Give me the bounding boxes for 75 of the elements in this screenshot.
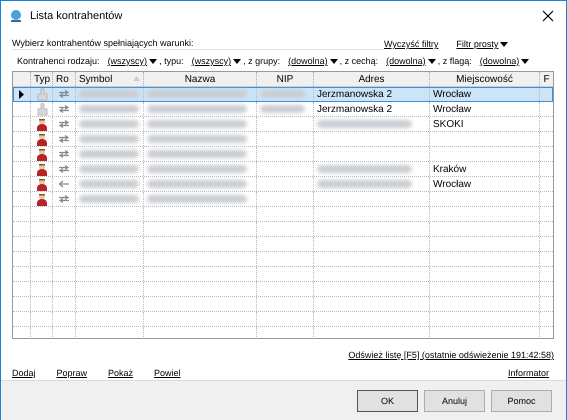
table-row[interactable]: SKOKI: [13, 117, 553, 132]
blurred-text: [79, 120, 139, 128]
blurred-text: [79, 195, 139, 203]
filter-dropdown[interactable]: (dowolna): [480, 56, 530, 66]
action-link[interactable]: Popraw: [56, 368, 88, 378]
table-row[interactable]: [13, 132, 553, 147]
blurred-text: [79, 105, 139, 113]
table-cell: SKOKI: [433, 118, 464, 130]
blurred-text: [79, 150, 139, 158]
column-header[interactable]: Symbol: [76, 72, 144, 86]
filter-dropdown[interactable]: (wszyscy): [108, 56, 158, 66]
column-header[interactable]: NIP: [257, 72, 314, 86]
table-row[interactable]: [13, 192, 553, 207]
filter-label: , z cechą:: [340, 56, 378, 66]
table-cell: Jerzmanowska 2: [317, 104, 392, 114]
contractor-table[interactable]: Typ Ro Symbol Nazwa NIP Adres Miejscowość F Jerzmanowska 2 Wrocław Jerzmanowska 2 Wrocław SKOKI Kraków Wrocław: [12, 71, 554, 339]
column-header[interactable]: Nazwa: [144, 72, 257, 86]
info-link[interactable]: Informator: [508, 368, 549, 378]
table-row[interactable]: Kraków: [13, 162, 553, 177]
person-icon: [36, 162, 48, 176]
table-cell: Wrocław: [433, 178, 472, 190]
column-header[interactable]: F: [540, 72, 553, 86]
blurred-text: [79, 165, 139, 173]
action-link[interactable]: Powiel: [154, 368, 181, 378]
column-header[interactable]: Miejscowość: [430, 72, 540, 86]
person-icon: [36, 148, 48, 160]
filter-label: , typu:: [159, 56, 184, 66]
window-title: Lista kontrahentów: [30, 10, 122, 22]
column-header[interactable]: Ro: [53, 72, 76, 86]
blurred-text: [79, 135, 139, 143]
action-link[interactable]: Pokaż: [108, 368, 134, 378]
person-icon: [36, 132, 48, 146]
filter-label: Kontrahenci rodzaju:: [17, 56, 100, 66]
table-cell: Jerzmanowska 2: [317, 88, 392, 100]
table-row[interactable]: Wrocław: [13, 177, 553, 192]
table-cell: Wrocław: [433, 104, 472, 114]
filter-dropdown[interactable]: (dowolna): [288, 56, 338, 66]
table-cell: Wrocław: [433, 88, 472, 100]
filter-label: , z flagą:: [438, 56, 472, 66]
filter-heading: Wybierz kontrahentów spełniających warunki:: [12, 38, 384, 50]
sort-arrow-icon: [133, 76, 140, 81]
caret-icon: [233, 58, 242, 64]
person-icon: [36, 178, 48, 190]
dialog-button[interactable]: Pomoc: [491, 390, 552, 412]
app-icon: [9, 9, 23, 23]
hand-icon: [36, 102, 48, 116]
person-icon: [36, 192, 48, 206]
table-row[interactable]: [13, 147, 553, 162]
blurred-text: [260, 90, 305, 98]
clear-filters-link[interactable]: Wyczyść filtry: [384, 39, 438, 49]
caret-icon: [149, 58, 158, 64]
caret-icon: [428, 58, 436, 64]
column-header[interactable]: Typ: [31, 72, 53, 86]
person-icon: [36, 118, 48, 130]
dialog-button[interactable]: OK: [357, 390, 418, 412]
close-icon: [542, 10, 554, 22]
blurred-text: [79, 90, 139, 98]
action-link[interactable]: Dodaj: [12, 368, 36, 378]
row-pointer-icon: [19, 90, 24, 98]
filter-dropdown[interactable]: (dowolna): [386, 56, 436, 66]
column-header[interactable]: Adres: [314, 72, 430, 86]
filter-menu-link[interactable]: Filtr prosty: [456, 39, 508, 49]
filter-dropdown[interactable]: (wszyscy): [192, 56, 242, 66]
table-cell: Kraków: [433, 164, 466, 174]
table-row[interactable]: Jerzmanowska 2 Wrocław: [13, 102, 553, 117]
caret-icon: [521, 58, 530, 64]
caret-icon: [330, 58, 338, 64]
caret-icon: [500, 42, 508, 46]
filter-label: , z grupy:: [243, 56, 280, 66]
dialog-button[interactable]: Anuluj: [424, 390, 485, 412]
hand-icon: [36, 88, 48, 100]
table-row[interactable]: Jerzmanowska 2 Wrocław: [13, 87, 553, 102]
blurred-text: [79, 180, 139, 188]
refresh-link[interactable]: Odśwież listę [F5] (ostatnie odświeżenie 191:42:58): [348, 350, 554, 360]
blurred-text: [260, 105, 305, 113]
